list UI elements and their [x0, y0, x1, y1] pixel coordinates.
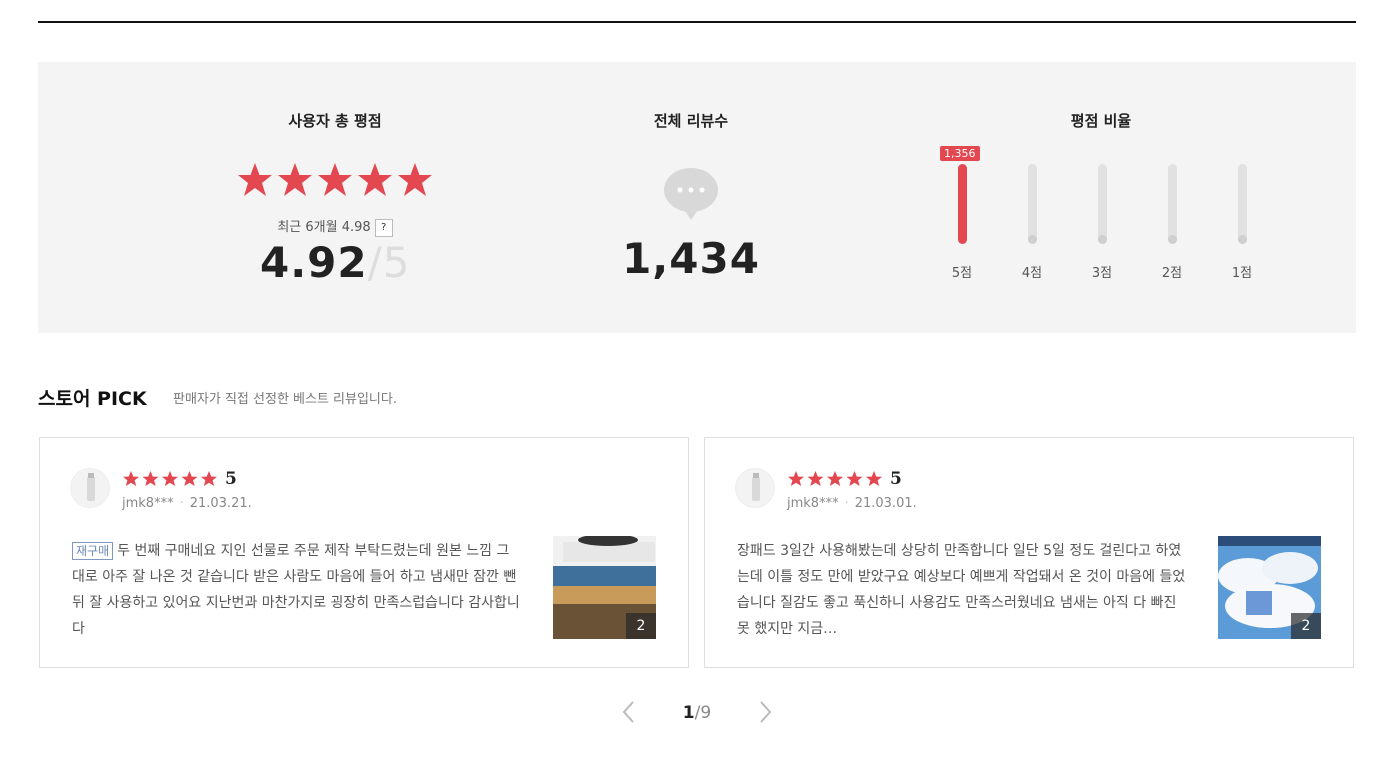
review-date: 21.03.01. [854, 496, 917, 511]
ratio-label: 3점 [1091, 266, 1113, 281]
ratio-bar-fill [1238, 235, 1247, 244]
ratio-label: 1점 [1231, 266, 1253, 281]
current-page: 1 [682, 703, 695, 723]
ratio-bar-3 [1098, 164, 1107, 244]
ratio-bar-fill [958, 164, 967, 244]
photo-count: 2 [626, 613, 656, 639]
review-user: jmk8*** [122, 496, 174, 511]
chevron-left-icon [622, 701, 634, 723]
speech-bubble-icon [664, 168, 718, 220]
avatar [735, 468, 775, 508]
product-thumbnail-icon [752, 473, 760, 501]
top-divider [38, 21, 1356, 23]
star-icon [398, 163, 432, 196]
recent-rating: 최근 6개월 4.98? [236, 216, 434, 237]
review-body: 두 번째 구매네요 지인 선물로 주문 제작 부탁드렸는데 원본 느낌 그대로 … [72, 543, 520, 637]
score-value: 4.92 [260, 238, 368, 287]
rating-title: 사용자 총 평점 [288, 112, 382, 130]
ratio-bar-fill [1098, 235, 1107, 244]
review-date: 21.03.21. [189, 496, 252, 511]
review-stars [788, 471, 882, 486]
ratio-bar-1 [1238, 164, 1247, 244]
help-button[interactable]: ? [374, 218, 393, 237]
ratio-label: 4점 [1021, 266, 1043, 281]
avatar [70, 468, 110, 508]
review-count: 1,434 [622, 234, 760, 283]
review-card[interactable]: 5 jmk8*** · 21.03.21. 재구매 두 번째 구매네요 지인 선물로 … [39, 437, 689, 668]
star-icon [238, 163, 272, 196]
ratio-bar-4 [1028, 164, 1037, 244]
star-icon [318, 163, 352, 196]
review-meta: jmk8*** · 21.03.21. [122, 496, 252, 511]
review-stars [123, 471, 217, 486]
prev-page-button[interactable] [618, 700, 638, 726]
review-card[interactable]: 5 jmk8*** · 21.03.01. 장패드 3일간 사용해봤는데 상당히 만… [704, 437, 1354, 668]
star-icon [358, 163, 392, 196]
review-meta: jmk8*** · 21.03.01. [787, 496, 917, 511]
page-indicator: 1/9 [660, 703, 734, 723]
review-score: 5 [225, 469, 237, 489]
reviews-title: 전체 리뷰수 [653, 112, 729, 130]
review-photo[interactable]: 2 [1218, 536, 1321, 639]
ratio-bar-5 [958, 164, 967, 244]
ratio-bar-2 [1168, 164, 1177, 244]
ratio-title: 평점 비율 [1070, 112, 1132, 130]
review-user: jmk8*** [787, 496, 839, 511]
ratio-label: 2점 [1161, 266, 1183, 281]
recent-rating-label: 최근 6개월 4.98 [277, 220, 371, 235]
photo-count: 2 [1291, 613, 1321, 639]
total-score: 4.92/5 [260, 238, 411, 287]
review-text: 장패드 3일간 사용해봤는데 상당히 만족합니다 일단 5일 정도 걸린다고 하… [737, 538, 1187, 642]
review-body: 장패드 3일간 사용해봤는데 상당히 만족합니다 일단 5일 정도 걸린다고 하… [737, 543, 1186, 637]
review-text: 재구매 두 번째 구매네요 지인 선물로 주문 제작 부탁드렸는데 원본 느낌 그… [72, 538, 522, 642]
chevron-right-icon [760, 701, 772, 723]
review-photo[interactable]: 2 [553, 536, 656, 639]
pagination: 1/9 [0, 700, 1394, 726]
total-pages: /9 [694, 703, 712, 723]
ratio-count-badge: 1,356 [940, 146, 980, 161]
ratio-label: 5점 [951, 266, 973, 281]
next-page-button[interactable] [756, 700, 776, 726]
rating-stars [238, 163, 432, 196]
store-pick-subtitle: 판매자가 직접 선정한 베스트 리뷰입니다. [173, 392, 397, 407]
review-score: 5 [890, 469, 902, 489]
repurchase-badge: 재구매 [72, 542, 114, 560]
ratio-bar-fill [1028, 235, 1037, 244]
star-icon [278, 163, 312, 196]
score-max: /5 [367, 238, 411, 287]
product-thumbnail-icon [87, 473, 95, 501]
store-pick-title: 스토어 PICK [38, 388, 147, 410]
ratio-bar-fill [1168, 235, 1177, 244]
